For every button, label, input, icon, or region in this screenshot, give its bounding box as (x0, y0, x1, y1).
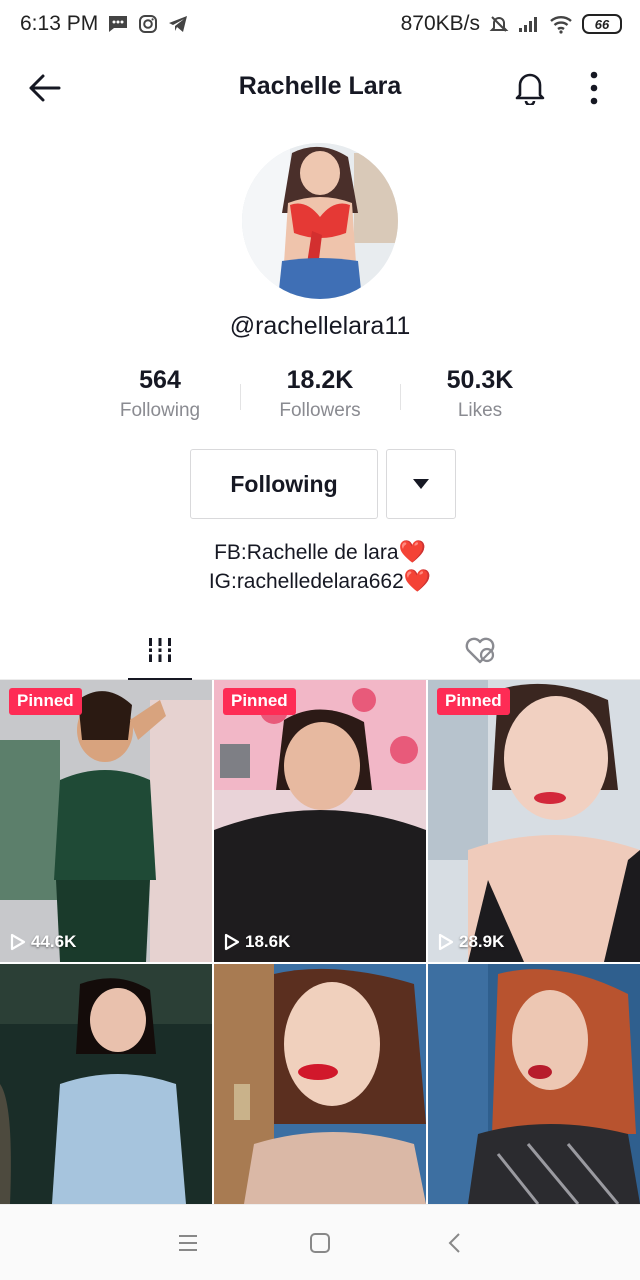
profile-handle: @rachellelara11 (229, 312, 411, 340)
status-time: 6:13 PM (20, 12, 99, 35)
view-count: 28.9K (438, 932, 504, 952)
pinned-badge: Pinned (437, 688, 510, 715)
system-navigation-bar (0, 1204, 640, 1280)
network-speed: 870KB/s (400, 12, 480, 35)
profile-header: Rachelle Lara (0, 52, 640, 124)
pinned-badge: Pinned (9, 688, 82, 715)
video-tile[interactable] (0, 964, 212, 1204)
heart-emoji: ❤️ (403, 568, 432, 593)
bio-text: IG:rachelledelara662 (208, 570, 404, 593)
view-count-text: 28.9K (459, 932, 505, 951)
video-thumbnail (214, 964, 426, 1204)
play-icon (10, 933, 26, 951)
view-count-text: 18.6K (245, 932, 291, 951)
stat-label: Following (119, 400, 201, 421)
view-count: 18.6K (224, 932, 290, 952)
vertical-dots-icon (590, 71, 598, 105)
video-thumbnail (214, 680, 426, 962)
view-count: 44.6K (10, 932, 76, 952)
status-right: 870KB/s 66 (401, 12, 622, 36)
video-tile[interactable]: Pinned 28.9K (428, 680, 640, 962)
system-back-button[interactable] (434, 1225, 474, 1261)
stat-value: 50.3K (446, 366, 514, 394)
tab-videos[interactable] (0, 620, 320, 681)
stat-following[interactable]: 564 Following (80, 364, 240, 434)
status-bar: 6:13 PM 870KB/s 66 (0, 0, 640, 48)
menu-button[interactable] (168, 1225, 208, 1261)
message-icon (107, 14, 129, 34)
tab-liked-videos[interactable] (320, 620, 640, 680)
muted-bell-icon (489, 14, 509, 34)
video-thumbnail (0, 964, 212, 1204)
bell-icon (515, 73, 545, 105)
bio-text: FB:Rachelle de lara (214, 541, 399, 564)
more-options-button[interactable] (576, 68, 612, 108)
bio-line: FB:Rachelle de lara❤️ (0, 538, 640, 567)
video-thumbnail (428, 964, 640, 1204)
stat-label: Followers (279, 400, 361, 421)
stat-followers[interactable]: 18.2K Followers (240, 364, 400, 434)
play-icon (224, 933, 240, 951)
status-left: 6:13 PM (20, 12, 189, 36)
profile-stats: 564 Following 18.2K Followers 50.3K Like… (80, 364, 560, 434)
video-grid: Pinned 44.6K Pinned 18.6K Pinned 28.9K (0, 680, 640, 1204)
bio-line: IG:rachelledelara662❤️ (0, 567, 640, 596)
video-tile[interactable]: Pinned 18.6K (214, 680, 426, 962)
wifi-icon (549, 14, 573, 34)
suggested-accounts-button[interactable] (386, 449, 456, 519)
video-tile[interactable]: Pinned 44.6K (0, 680, 212, 962)
avatar-photo (242, 143, 398, 299)
video-tile[interactable] (428, 964, 640, 1204)
profile-tabs (0, 620, 640, 681)
pinned-badge: Pinned (223, 688, 296, 715)
chevron-left-icon (448, 1233, 460, 1253)
stat-value: 564 (139, 366, 181, 394)
play-icon (438, 933, 454, 951)
video-thumbnail (428, 680, 640, 962)
notification-bell-button[interactable] (508, 68, 552, 108)
instagram-icon (138, 14, 158, 34)
video-thumbnail (0, 680, 212, 962)
home-button[interactable] (300, 1225, 340, 1261)
following-button[interactable]: Following (190, 449, 378, 519)
battery-indicator: 66 (582, 14, 622, 34)
home-square-icon (310, 1233, 330, 1253)
signal-icon (518, 15, 540, 33)
stat-likes[interactable]: 50.3K Likes (400, 364, 560, 434)
stat-value: 18.2K (286, 366, 354, 394)
profile-avatar[interactable] (242, 143, 398, 299)
caret-down-icon (413, 479, 429, 489)
grid-lines-icon (147, 638, 173, 662)
hidden-heart-icon (465, 637, 495, 664)
stat-label: Likes (457, 400, 503, 421)
menu-icon (179, 1235, 197, 1251)
profile-bio: FB:Rachelle de lara❤️ IG:rachelledelara6… (0, 538, 640, 596)
telegram-icon (167, 14, 189, 34)
video-tile[interactable] (214, 964, 426, 1204)
heart-emoji: ❤️ (398, 539, 426, 564)
view-count-text: 44.6K (31, 932, 77, 951)
